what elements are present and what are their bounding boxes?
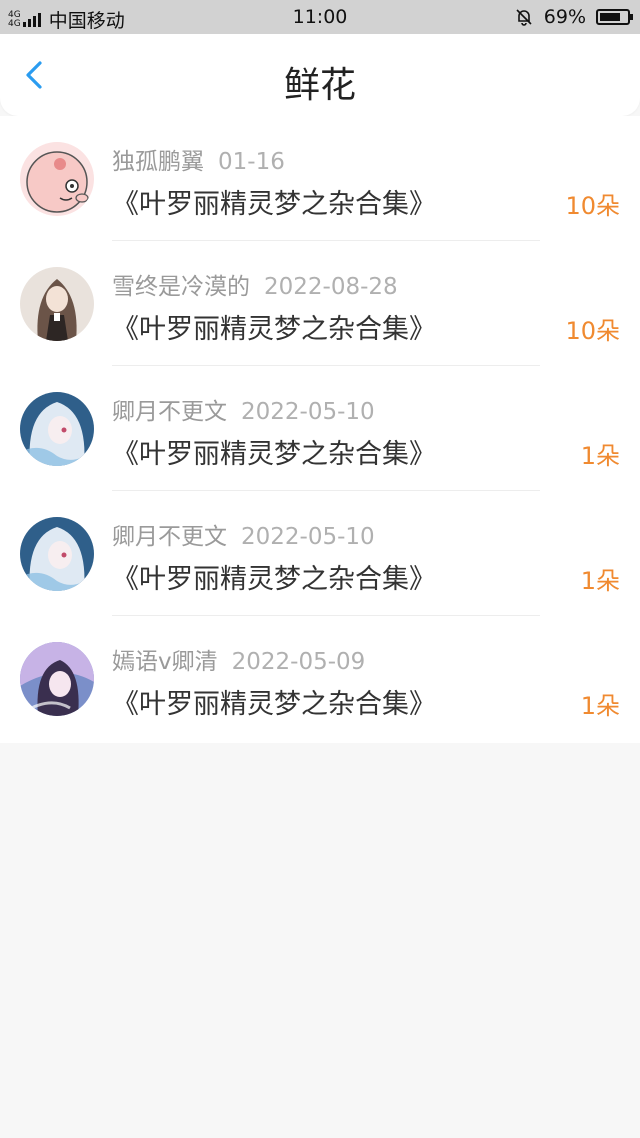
- flower-count: 1朵: [580, 567, 620, 595]
- flower-count: 1朵: [580, 692, 620, 720]
- username[interactable]: 独孤鹏翼: [112, 149, 204, 175]
- record-meta: 雪终是冷漠的 2022-08-28: [112, 267, 398, 301]
- record-meta: 独孤鹏翼 01-16: [112, 142, 285, 176]
- book-title[interactable]: 《叶罗丽精灵梦之杂合集》: [112, 557, 436, 596]
- record-date: 2022-05-10: [241, 524, 375, 550]
- username[interactable]: 卿月不更文: [112, 399, 227, 425]
- record-date: 2022-05-10: [241, 399, 375, 425]
- avatar[interactable]: [20, 267, 94, 341]
- record-date: 01-16: [218, 149, 285, 175]
- flower-count: 10朵: [565, 192, 620, 220]
- username[interactable]: 雪终是冷漠的: [112, 274, 250, 300]
- nav-bar: 鲜花: [0, 34, 640, 116]
- book-title[interactable]: 《叶罗丽精灵梦之杂合集》: [112, 182, 436, 221]
- record-date: 2022-05-09: [231, 649, 366, 675]
- page-title: 鲜花: [283, 65, 356, 106]
- avatar[interactable]: [20, 642, 94, 716]
- record-meta: 卿月不更文 2022-05-10: [112, 392, 375, 426]
- book-title[interactable]: 《叶罗丽精灵梦之杂合集》: [112, 682, 436, 721]
- record-meta: 嫣语v卿清 2022-05-09: [112, 642, 365, 676]
- mute-bell-icon: [516, 9, 532, 26]
- username[interactable]: 卿月不更文: [112, 524, 227, 550]
- list-item[interactable]: 卿月不更文 2022-05-10 《叶罗丽精灵梦之杂合集》 1朵: [0, 366, 640, 491]
- list-item[interactable]: 独孤鹏翼 01-16 《叶罗丽精灵梦之杂合集》 10朵: [0, 116, 640, 241]
- book-title[interactable]: 《叶罗丽精灵梦之杂合集》: [112, 307, 436, 346]
- flower-record-list: 独孤鹏翼 01-16 《叶罗丽精灵梦之杂合集》 10朵 雪终是冷漠的 2022-08…: [0, 116, 640, 743]
- record-date: 2022-08-28: [264, 274, 398, 300]
- list-item[interactable]: 雪终是冷漠的 2022-08-28 《叶罗丽精灵梦之杂合集》 10朵: [0, 241, 640, 366]
- flower-count: 10朵: [565, 317, 620, 345]
- status-right: 69%: [514, 6, 633, 28]
- list-item[interactable]: 嫣语v卿清 2022-05-09 《叶罗丽精灵梦之杂合集》 1朵: [0, 616, 640, 741]
- flower-count: 1朵: [580, 442, 620, 470]
- username[interactable]: 嫣语v卿清: [112, 649, 218, 675]
- avatar[interactable]: [20, 517, 94, 591]
- battery-icon: [596, 9, 633, 25]
- list-item[interactable]: 卿月不更文 2022-05-10 《叶罗丽精灵梦之杂合集》 1朵: [0, 491, 640, 616]
- status-bar: 4G 4G 中国移动 11:00 69%: [0, 0, 640, 34]
- battery-percent: 69%: [543, 6, 586, 28]
- book-title[interactable]: 《叶罗丽精灵梦之杂合集》: [112, 432, 436, 471]
- avatar[interactable]: [20, 142, 94, 216]
- avatar[interactable]: [20, 392, 94, 466]
- record-meta: 卿月不更文 2022-05-10: [112, 517, 375, 551]
